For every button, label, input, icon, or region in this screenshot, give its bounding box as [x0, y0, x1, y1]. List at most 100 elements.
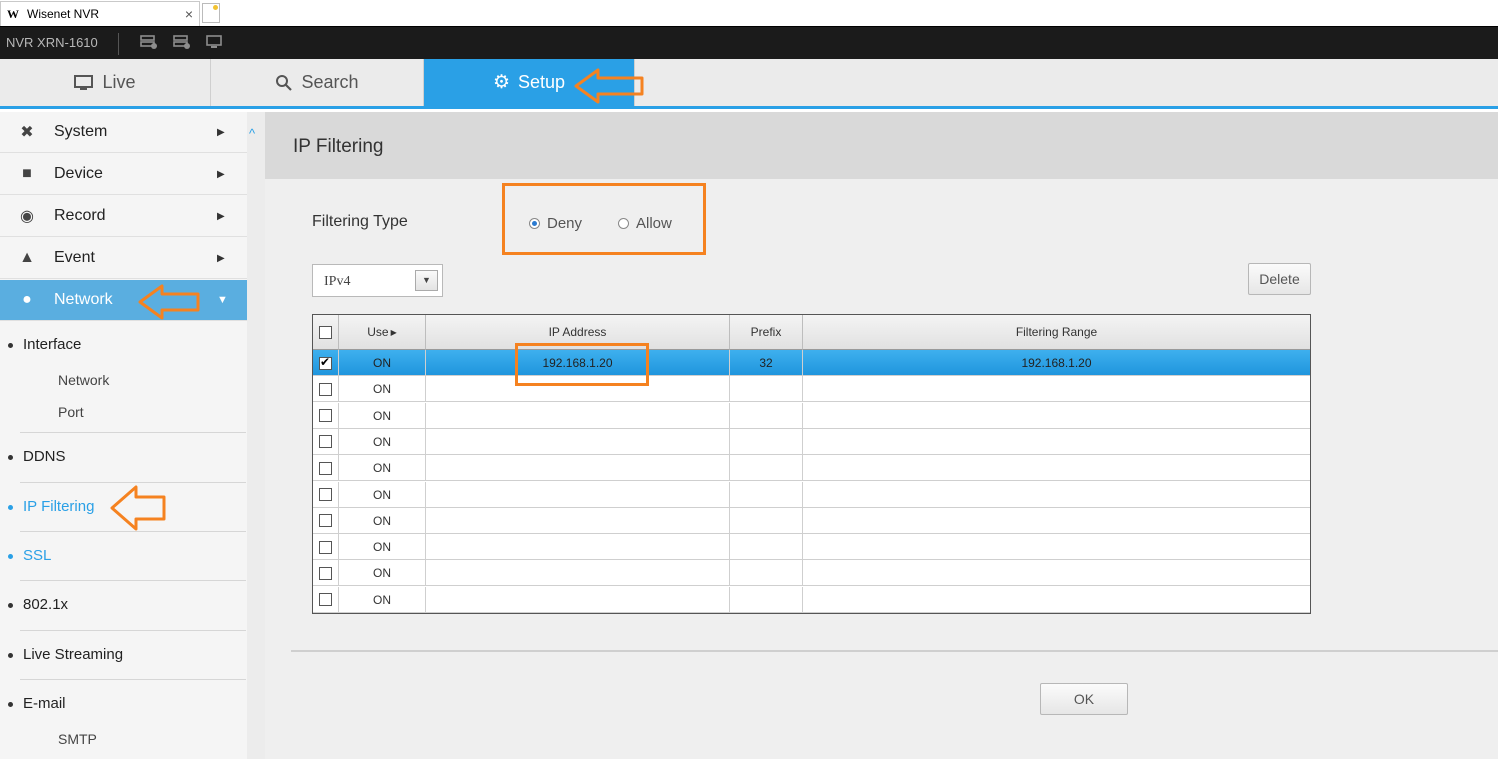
- table-cell-prefix: [730, 402, 803, 429]
- tab-live-label: Live: [102, 72, 136, 92]
- table-cell-ip: [426, 402, 730, 429]
- row-checkbox[interactable]: [319, 461, 332, 475]
- sidebar: ✖ System ▶ ■ Device ▶ ◉ Record ▶ ▲ Event…: [0, 112, 247, 759]
- select-all-checkbox[interactable]: [319, 325, 332, 339]
- ip-filter-table: Use ▶ IP Address Prefix Filtering Range …: [312, 314, 1311, 614]
- row-checkbox[interactable]: [319, 566, 332, 580]
- table-cell-prefix: [730, 376, 803, 403]
- divider: [291, 650, 1498, 652]
- sidebar-item-label: Device: [54, 165, 103, 182]
- hdd-settings-icon[interactable]: [173, 35, 191, 49]
- chevron-right-icon: ▶: [217, 252, 225, 264]
- new-tab-icon[interactable]: [202, 3, 220, 23]
- row-checkbox[interactable]: [319, 435, 332, 449]
- table-row[interactable]: ON: [313, 481, 1310, 508]
- delete-button[interactable]: Delete: [1248, 263, 1311, 295]
- column-header-use[interactable]: Use ▶: [339, 315, 426, 350]
- sidebar-subsub-network[interactable]: Network: [58, 372, 109, 388]
- sidebar-subsub-smtp[interactable]: SMTP: [58, 731, 97, 747]
- row-select-cell[interactable]: [313, 560, 339, 587]
- tab-search[interactable]: Search: [211, 59, 424, 106]
- bullet-icon: [8, 554, 13, 559]
- sidebar-subsub-port[interactable]: Port: [58, 404, 84, 420]
- browser-tab[interactable]: W Wisenet NVR ×: [0, 1, 200, 26]
- sidebar-item-label: Record: [54, 207, 106, 224]
- row-select-cell[interactable]: [313, 481, 339, 508]
- row-select-cell[interactable]: [313, 428, 339, 455]
- bullet-icon: [8, 702, 13, 707]
- table-cell-use: ON: [339, 402, 426, 429]
- sidebar-item-event[interactable]: ▲ Event ▶: [0, 238, 247, 279]
- table-row[interactable]: ON: [313, 507, 1310, 534]
- row-select-cell[interactable]: [313, 455, 339, 482]
- sidebar-item-system[interactable]: ✖ System ▶: [0, 112, 247, 153]
- ip-version-value: IPv4: [324, 274, 351, 289]
- divider: [20, 432, 246, 433]
- table-cell-ip: [426, 507, 730, 534]
- column-header-filtering-range: Filtering Range: [803, 315, 1310, 350]
- row-checkbox[interactable]: [319, 355, 332, 370]
- row-select-cell[interactable]: [313, 376, 339, 403]
- sidebar-sub-label: Live Streaming: [23, 646, 124, 663]
- ip-version-select[interactable]: IPv4 ▼: [312, 264, 443, 297]
- sidebar-sub-label: DDNS: [23, 448, 66, 465]
- table-cell-prefix: [730, 586, 803, 613]
- table-row[interactable]: ON: [313, 428, 1310, 455]
- table-cell-prefix: [730, 481, 803, 508]
- sidebar-sub-label: Interface: [23, 336, 82, 353]
- table-row[interactable]: ON: [313, 560, 1310, 587]
- sidebar-item-device[interactable]: ■ Device ▶: [0, 154, 247, 195]
- table-cell-range: [803, 482, 1310, 508]
- main-navigation: Live Search ⚙ Setup: [0, 59, 1498, 109]
- table-row[interactable]: ON: [313, 402, 1310, 429]
- table-cell-range: [803, 455, 1310, 481]
- table-row[interactable]: ON: [313, 455, 1310, 482]
- sidebar-item-network[interactable]: ● Network ▼: [0, 280, 247, 321]
- chevron-down-icon[interactable]: ▼: [415, 270, 438, 291]
- ok-button[interactable]: OK: [1040, 683, 1128, 715]
- row-checkbox[interactable]: [319, 409, 332, 423]
- table-cell-range: [803, 587, 1310, 613]
- table-row[interactable]: ON: [313, 534, 1310, 561]
- table-row[interactable]: ON: [313, 586, 1310, 613]
- table-cell-use: ON: [339, 376, 426, 403]
- content-header: IP Filtering: [265, 112, 1498, 179]
- row-select-cell[interactable]: [313, 586, 339, 613]
- chevron-up-icon[interactable]: ^: [249, 126, 255, 141]
- header-select-all[interactable]: [313, 315, 339, 350]
- sidebar-item-label: System: [54, 123, 108, 140]
- row-checkbox[interactable]: [319, 514, 332, 528]
- row-select-cell[interactable]: [313, 350, 339, 376]
- bullet-icon: [8, 455, 13, 460]
- annotation-arrow-network: [138, 284, 200, 320]
- table-cell-range: 192.168.1.20: [1021, 356, 1092, 370]
- table-row[interactable]: ON192.168.1.2032192.168.1.20: [313, 350, 1310, 376]
- row-checkbox[interactable]: [319, 593, 332, 607]
- row-checkbox[interactable]: [319, 382, 332, 396]
- row-checkbox[interactable]: [319, 488, 332, 501]
- row-select-cell[interactable]: [313, 534, 339, 561]
- close-icon[interactable]: ×: [185, 6, 193, 22]
- divider: [20, 482, 246, 483]
- table-cell-ip: [426, 455, 730, 482]
- table-row[interactable]: ON: [313, 376, 1310, 403]
- wisenet-logo-icon: W: [7, 7, 19, 21]
- tab-live[interactable]: Live: [0, 59, 211, 106]
- row-select-cell[interactable]: [313, 402, 339, 429]
- hdd-info-icon[interactable]: [140, 35, 158, 49]
- chevron-right-icon: ▶: [217, 168, 225, 180]
- device-model: NVR XRN-1610: [6, 35, 98, 50]
- monitor-icon[interactable]: [206, 35, 224, 49]
- column-header-prefix: Prefix: [730, 315, 803, 350]
- row-select-cell[interactable]: [313, 507, 339, 534]
- sidebar-item-label: Event: [54, 249, 95, 266]
- sidebar-sub-label: SSL: [23, 547, 52, 564]
- bullet-icon: [8, 603, 13, 608]
- table-cell-use: ON: [339, 455, 426, 482]
- sidebar-scrollbar[interactable]: ^: [247, 112, 265, 759]
- table-cell-prefix: [730, 455, 803, 482]
- sidebar-item-record[interactable]: ◉ Record ▶: [0, 196, 247, 237]
- row-checkbox[interactable]: [319, 540, 332, 554]
- table-cell-range: [803, 376, 1310, 402]
- table-cell-prefix: [730, 560, 803, 587]
